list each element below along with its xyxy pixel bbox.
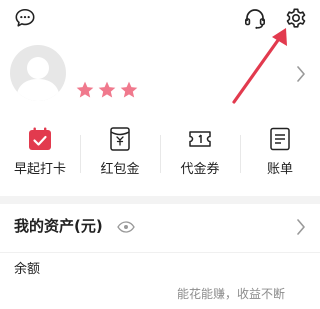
eye-icon[interactable] [117,221,135,233]
avatar[interactable] [10,45,66,101]
assets-title: 我的资产(元) [14,217,103,235]
chevron-right-icon[interactable] [296,66,306,82]
menu-item-label: 红包金 [100,162,140,177]
menu-item-label: 账单 [266,162,293,177]
star-icon [75,80,95,100]
menu-item-bill[interactable]: 账单 [240,126,320,184]
balance-label: 余额 [14,262,41,277]
star-icon [119,80,139,100]
star-rating [75,80,139,100]
red-envelope-icon [107,126,133,152]
menu-item-label: 早起打卡 [13,162,66,177]
chat-bubble-icon[interactable] [14,7,36,29]
chevron-right-icon[interactable] [296,219,306,235]
calendar-checkin-icon [27,126,53,152]
balance-tagline: 能花能赚，收益不断 [177,287,286,301]
red-arrow-pointer-icon [226,22,294,108]
menu-item-voucher[interactable]: 代金券 [160,126,240,184]
assets-divider [0,252,320,253]
star-icon [97,80,117,100]
voucher-icon [187,126,213,152]
default-avatar-icon [16,57,60,101]
menu-item-red-envelope[interactable]: 红包金 [80,126,160,184]
bill-icon [267,126,293,152]
menu-item-label: 代金券 [180,162,220,177]
menu-item-checkin[interactable]: 早起打卡 [0,126,80,184]
